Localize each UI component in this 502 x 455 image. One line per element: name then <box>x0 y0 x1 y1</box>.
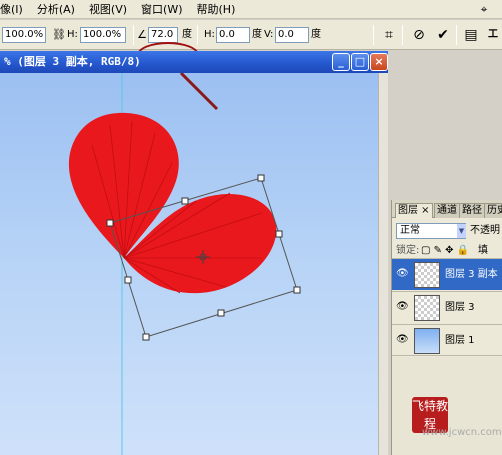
menu-help[interactable]: 帮助(H) <box>190 0 243 19</box>
skew-v-label: V: <box>264 29 274 40</box>
tab-history[interactable]: 历史 <box>484 203 502 218</box>
menu-window[interactable]: 窗口(W) <box>134 0 189 19</box>
minimize-button[interactable]: _ <box>332 53 350 71</box>
separator <box>197 25 198 45</box>
layer-row[interactable]: 👁 图层 3 副本 <box>392 258 502 290</box>
layer-name: 图层 3 <box>445 302 475 313</box>
watermark-site: www.jcwcn.com <box>422 427 502 438</box>
eye-icon[interactable]: 👁 <box>396 268 409 280</box>
eye-icon[interactable]: 👁 <box>396 334 409 346</box>
commit-icon[interactable]: ✔ <box>434 26 452 44</box>
document-title: % (图层 3 副本, RGB/8) <box>4 55 141 68</box>
skew-v-unit: 度 <box>311 29 321 40</box>
menu-view[interactable]: 视图(V) <box>82 0 134 19</box>
layer-name: 图层 1 <box>445 335 475 346</box>
angle-unit: 度 <box>182 29 192 40</box>
separator <box>133 25 134 45</box>
chevron-down-icon[interactable]: ▼ <box>457 224 466 238</box>
layers-panel: 图层 × 通道 路径 历史 正常 ▼ 不透明 锁定: ▢ ✎ ✥ 🔒 填 👁 图… <box>391 200 502 455</box>
lock-icons[interactable]: ▢ ✎ ✥ 🔒 <box>421 244 469 258</box>
angle-field[interactable]: 72.0 <box>148 27 178 43</box>
document-titlebar[interactable]: % (图层 3 副本, RGB/8) _ □ × <box>0 51 388 73</box>
separator <box>373 25 374 45</box>
angle-icon: ∠ <box>137 28 147 41</box>
layer-thumbnail <box>414 328 440 354</box>
skew-h-unit: 度 <box>252 29 262 40</box>
annotation-arrow <box>179 73 219 111</box>
layers-tab-bar: 图层 × 通道 路径 历史 <box>392 200 502 218</box>
vertical-scrollbar[interactable] <box>378 73 388 455</box>
link-icon[interactable]: ⛓ <box>52 26 66 44</box>
layer-row[interactable]: 👁 图层 1 <box>392 324 502 356</box>
separator <box>456 25 457 45</box>
skew-h-label: H: <box>204 29 215 40</box>
lock-label: 锁定: <box>396 245 420 256</box>
palette-icon[interactable]: ▤ <box>462 26 480 44</box>
layer-row[interactable]: 👁 图层 3 <box>392 291 502 323</box>
layers-panel-empty-area: 飞特教程 www.jcwcn.com <box>392 357 502 455</box>
menu-analysis[interactable]: 分析(A) <box>30 0 82 19</box>
layer-name: 图层 3 副本 <box>445 269 498 280</box>
document-window: % (图层 3 副本, RGB/8) _ □ × <box>0 51 388 455</box>
blend-mode-value: 正常 <box>400 225 420 236</box>
tools-label: 工 <box>488 29 498 40</box>
height-field[interactable]: 100.0% <box>80 27 126 43</box>
tab-layers[interactable]: 图层 × <box>395 203 433 218</box>
canvas-artwork <box>68 73 301 455</box>
menu-image[interactable]: 像(I) <box>0 0 30 19</box>
cancel-icon[interactable]: ⊘ <box>410 26 428 44</box>
options-bar: 100.0% ⛓ H: 100.0% ∠ 72.0 度 H: 0.0 度 V: … <box>0 20 502 68</box>
layer-thumbnail <box>414 295 440 321</box>
layer-thumbnail <box>414 262 440 288</box>
eye-icon[interactable]: 👁 <box>396 301 409 313</box>
blend-mode-select[interactable]: 正常 ▼ <box>396 223 466 239</box>
tab-paths[interactable]: 路径 <box>459 203 485 218</box>
skew-v-field[interactable]: 0.0 <box>275 27 309 43</box>
tab-channels[interactable]: 通道 <box>434 203 460 218</box>
close-button[interactable]: × <box>370 53 388 71</box>
warp-icon[interactable]: ⌗ <box>380 26 398 44</box>
fill-label: 填 <box>478 245 488 256</box>
canvas[interactable] <box>0 73 378 455</box>
transform-icon[interactable]: ⌖ <box>476 2 492 17</box>
opacity-label: 不透明 <box>470 225 500 236</box>
maximize-button[interactable]: □ <box>351 53 369 71</box>
height-label: H: <box>67 29 78 40</box>
skew-h-field[interactable]: 0.0 <box>216 27 250 43</box>
menu-bar: 像(I) 分析(A) 视图(V) 窗口(W) 帮助(H) ⌖ <box>0 0 502 19</box>
separator <box>402 25 403 45</box>
width-field[interactable]: 100.0% <box>2 27 46 43</box>
